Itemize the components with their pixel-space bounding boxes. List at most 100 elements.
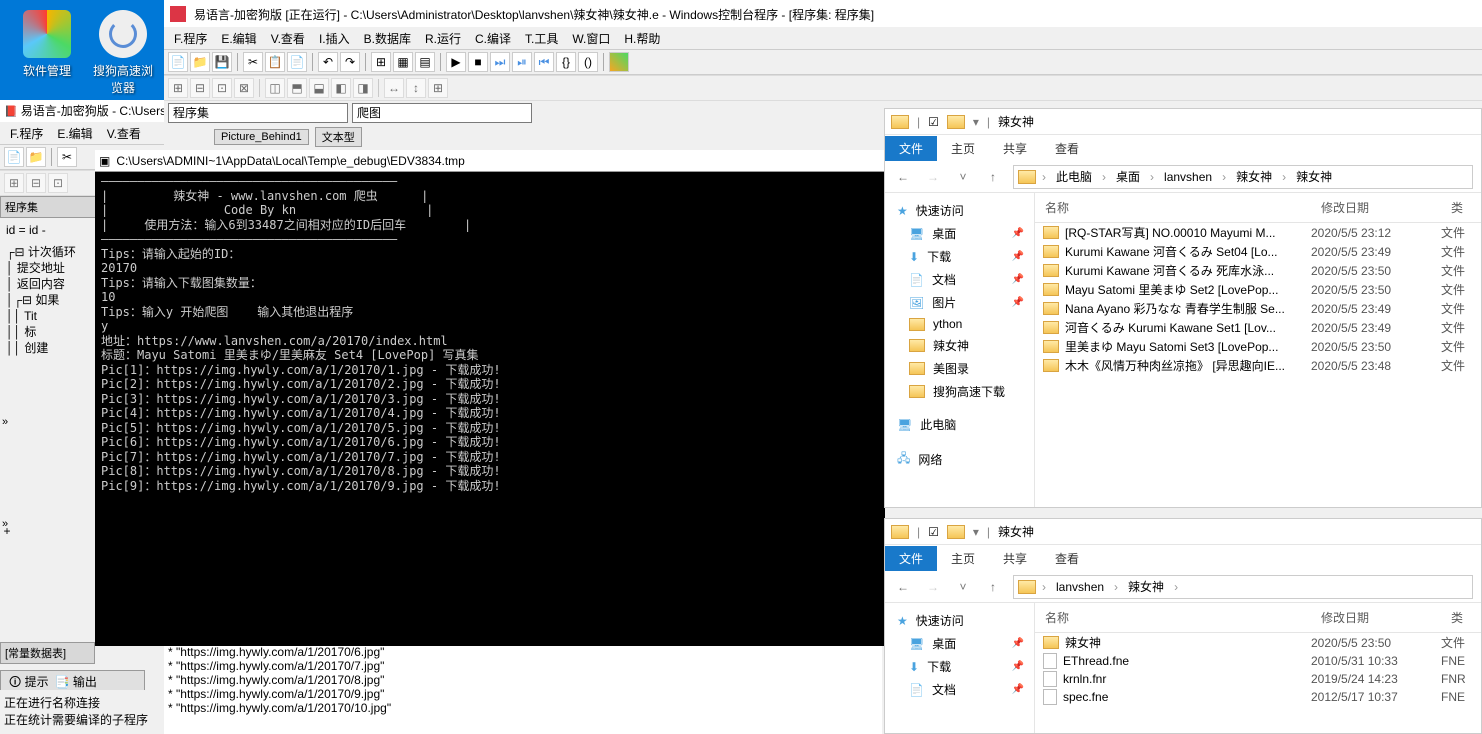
tab-file[interactable]: 文件: [885, 546, 937, 571]
sb-downloads[interactable]: ⬇下载📌: [885, 655, 1034, 678]
tb-paste[interactable]: 📄: [287, 52, 307, 72]
sb-folder[interactable]: 搜狗高速下载: [885, 380, 1034, 403]
tb-cut[interactable]: ✂: [243, 52, 263, 72]
output-panel[interactable]: * "https://img.hywly.com/a/1/20170/6.jpg…: [164, 640, 882, 734]
menu-program[interactable]: F.程序: [168, 28, 213, 49]
tb-open[interactable]: 📁: [190, 52, 210, 72]
this-pc[interactable]: 🖥 此电脑: [885, 413, 1034, 436]
tab-file[interactable]: 文件: [885, 136, 937, 161]
quick-access[interactable]: ★ 快速访问: [885, 609, 1034, 632]
col-name[interactable]: 名称: [1035, 197, 1311, 218]
tab-home[interactable]: 主页: [937, 546, 989, 571]
tb-btn[interactable]: ▤: [415, 52, 435, 72]
sb-documents[interactable]: 📄文档📌: [885, 678, 1034, 701]
file-list[interactable]: 名称 修改日期 类 [RQ-STAR写真] NO.00010 Mayumi M.…: [1035, 193, 1481, 507]
list-item[interactable]: krnln.fnr2019/5/24 14:23FNR: [1035, 670, 1481, 688]
tb-step[interactable]: ⏮: [534, 52, 554, 72]
col-type[interactable]: 类: [1441, 197, 1481, 218]
col-date[interactable]: 修改日期: [1311, 197, 1441, 218]
sb-documents[interactable]: 📄文档📌: [885, 268, 1034, 291]
list-item[interactable]: 辣女神2020/5/5 23:50文件: [1035, 633, 1481, 652]
tb-new[interactable]: 📄: [168, 52, 188, 72]
qat-check-icon[interactable]: ☑: [928, 115, 939, 129]
file-list[interactable]: 名称 修改日期 类 辣女神2020/5/5 23:50文件EThread.fne…: [1035, 603, 1481, 733]
list-item[interactable]: 河音くるみ Kurumi Kawane Set1 [Lov...2020/5/5…: [1035, 318, 1481, 337]
console-output[interactable]: ————————————————————————————————————————…: [95, 172, 885, 495]
toolbar-button[interactable]: ✂: [57, 147, 77, 167]
toolbar-button[interactable]: 📁: [26, 147, 46, 167]
tab-view[interactable]: 查看: [1041, 546, 1093, 571]
list-item[interactable]: Nana Ayano 彩乃なな 青春学生制服 Se...2020/5/5 23:…: [1035, 299, 1481, 318]
forward-button[interactable]: →: [923, 577, 943, 597]
tb-copy[interactable]: 📋: [265, 52, 285, 72]
list-item[interactable]: spec.fne2012/5/17 10:37FNE: [1035, 688, 1481, 706]
menu-insert[interactable]: I.插入: [313, 28, 356, 49]
tb-save[interactable]: 💾: [212, 52, 232, 72]
breadcrumb[interactable]: ›lanvshen ›辣女神 ›: [1013, 575, 1473, 599]
sb-folder[interactable]: ython: [885, 314, 1034, 334]
menu-bar[interactable]: F.程序 E.编辑 V.查看: [0, 122, 165, 144]
history-dropdown[interactable]: ˅: [953, 577, 973, 597]
menu-item[interactable]: V.查看: [101, 123, 147, 144]
console-window[interactable]: ▣ C:\Users\ADMINI~1\AppData\Local\Temp\e…: [95, 150, 885, 646]
back-button[interactable]: ←: [893, 167, 913, 187]
tb-step[interactable]: ⏯: [512, 52, 532, 72]
desktop-icon[interactable]: 搜狗高速浏览器: [88, 10, 158, 96]
tab-share[interactable]: 共享: [989, 546, 1041, 571]
tab-view[interactable]: 查看: [1041, 136, 1093, 161]
tb-run[interactable]: ▶: [446, 52, 466, 72]
console-title-bar[interactable]: ▣ C:\Users\ADMINI~1\AppData\Local\Temp\e…: [95, 150, 885, 172]
network[interactable]: 🖧 网络: [885, 446, 1034, 473]
qat-check-icon[interactable]: ☑: [928, 525, 939, 539]
list-item[interactable]: Kurumi Kawane 河音くるみ 死库水泳...2020/5/5 23:5…: [1035, 261, 1481, 280]
tb-stop[interactable]: ■: [468, 52, 488, 72]
menu-item[interactable]: E.编辑: [51, 123, 98, 144]
quick-access[interactable]: ★ 快速访问: [885, 199, 1034, 222]
menu-database[interactable]: B.数据库: [358, 28, 417, 49]
col-date[interactable]: 修改日期: [1311, 607, 1441, 628]
menu-window[interactable]: W.窗口: [566, 28, 616, 49]
tb-step[interactable]: ⏭: [490, 52, 510, 72]
tab-share[interactable]: 共享: [989, 136, 1041, 161]
menu-view[interactable]: V.查看: [265, 28, 311, 49]
tb-btn[interactable]: [609, 52, 629, 72]
qat-dropdown[interactable]: ▾: [973, 115, 979, 129]
list-item[interactable]: Mayu Satomi 里美まゆ Set2 [LovePop...2020/5/…: [1035, 280, 1481, 299]
col-type[interactable]: 类: [1441, 607, 1481, 628]
list-item[interactable]: 里美まゆ Mayu Satomi Set3 [LovePop...2020/5/…: [1035, 337, 1481, 356]
menu-item[interactable]: F.程序: [4, 123, 49, 144]
breadcrumb[interactable]: ›此电脑 ›桌面 ›lanvshen ›辣女神 ›辣女神: [1013, 165, 1473, 189]
col-headers[interactable]: 名称 修改日期 类: [1035, 193, 1481, 223]
back-button[interactable]: ←: [893, 577, 913, 597]
qat-dropdown[interactable]: ▾: [973, 525, 979, 539]
tb-btn[interactable]: (): [578, 52, 598, 72]
list-item[interactable]: 木木《风情万种肉丝凉拖》 [异思趣向IE...2020/5/5 23:48文件: [1035, 356, 1481, 375]
sb-folder[interactable]: 辣女神: [885, 334, 1034, 357]
explorer-titlebar[interactable]: | ☑ ▾ | 辣女神: [885, 519, 1481, 545]
function-selector[interactable]: 爬图: [352, 103, 532, 123]
nav-pane[interactable]: ★ 快速访问 🖥桌面📌 ⬇下载📌 📄文档📌: [885, 603, 1035, 733]
sb-downloads[interactable]: ⬇下载📌: [885, 245, 1034, 268]
explorer-titlebar[interactable]: | ☑ ▾ | 辣女神: [885, 109, 1481, 135]
tb-redo[interactable]: ↷: [340, 52, 360, 72]
col-name[interactable]: 名称: [1035, 607, 1311, 628]
forward-button[interactable]: →: [923, 167, 943, 187]
history-dropdown[interactable]: ˅: [953, 167, 973, 187]
toolbar-button[interactable]: 📄: [4, 147, 24, 167]
sb-folder[interactable]: 美图录: [885, 357, 1034, 380]
tb-btn[interactable]: ▦: [393, 52, 413, 72]
title-bar[interactable]: 易语言-加密狗版 [正在运行] - C:\Users\Administrator…: [164, 1, 1482, 27]
menu-compile[interactable]: C.编译: [469, 28, 517, 49]
list-item[interactable]: EThread.fne2010/5/31 10:33FNE: [1035, 652, 1481, 670]
up-button[interactable]: ↑: [983, 577, 1003, 597]
list-item[interactable]: [RQ-STAR写真] NO.00010 Mayumi M...2020/5/5…: [1035, 223, 1481, 242]
desktop-icon[interactable]: 软件管理: [12, 10, 82, 79]
tb-btn[interactable]: ⊞: [371, 52, 391, 72]
nav-pane[interactable]: ★ 快速访问 🖥桌面📌 ⬇下载📌 📄文档📌 🖼图片📌 ython 辣女神 美图录…: [885, 193, 1035, 507]
module-selector[interactable]: 程序集: [168, 103, 348, 123]
up-button[interactable]: ↑: [983, 167, 1003, 187]
menu-help[interactable]: H.帮助: [618, 28, 666, 49]
menu-run[interactable]: R.运行: [419, 28, 467, 49]
tb-undo[interactable]: ↶: [318, 52, 338, 72]
menu-edit[interactable]: E.编辑: [215, 28, 262, 49]
